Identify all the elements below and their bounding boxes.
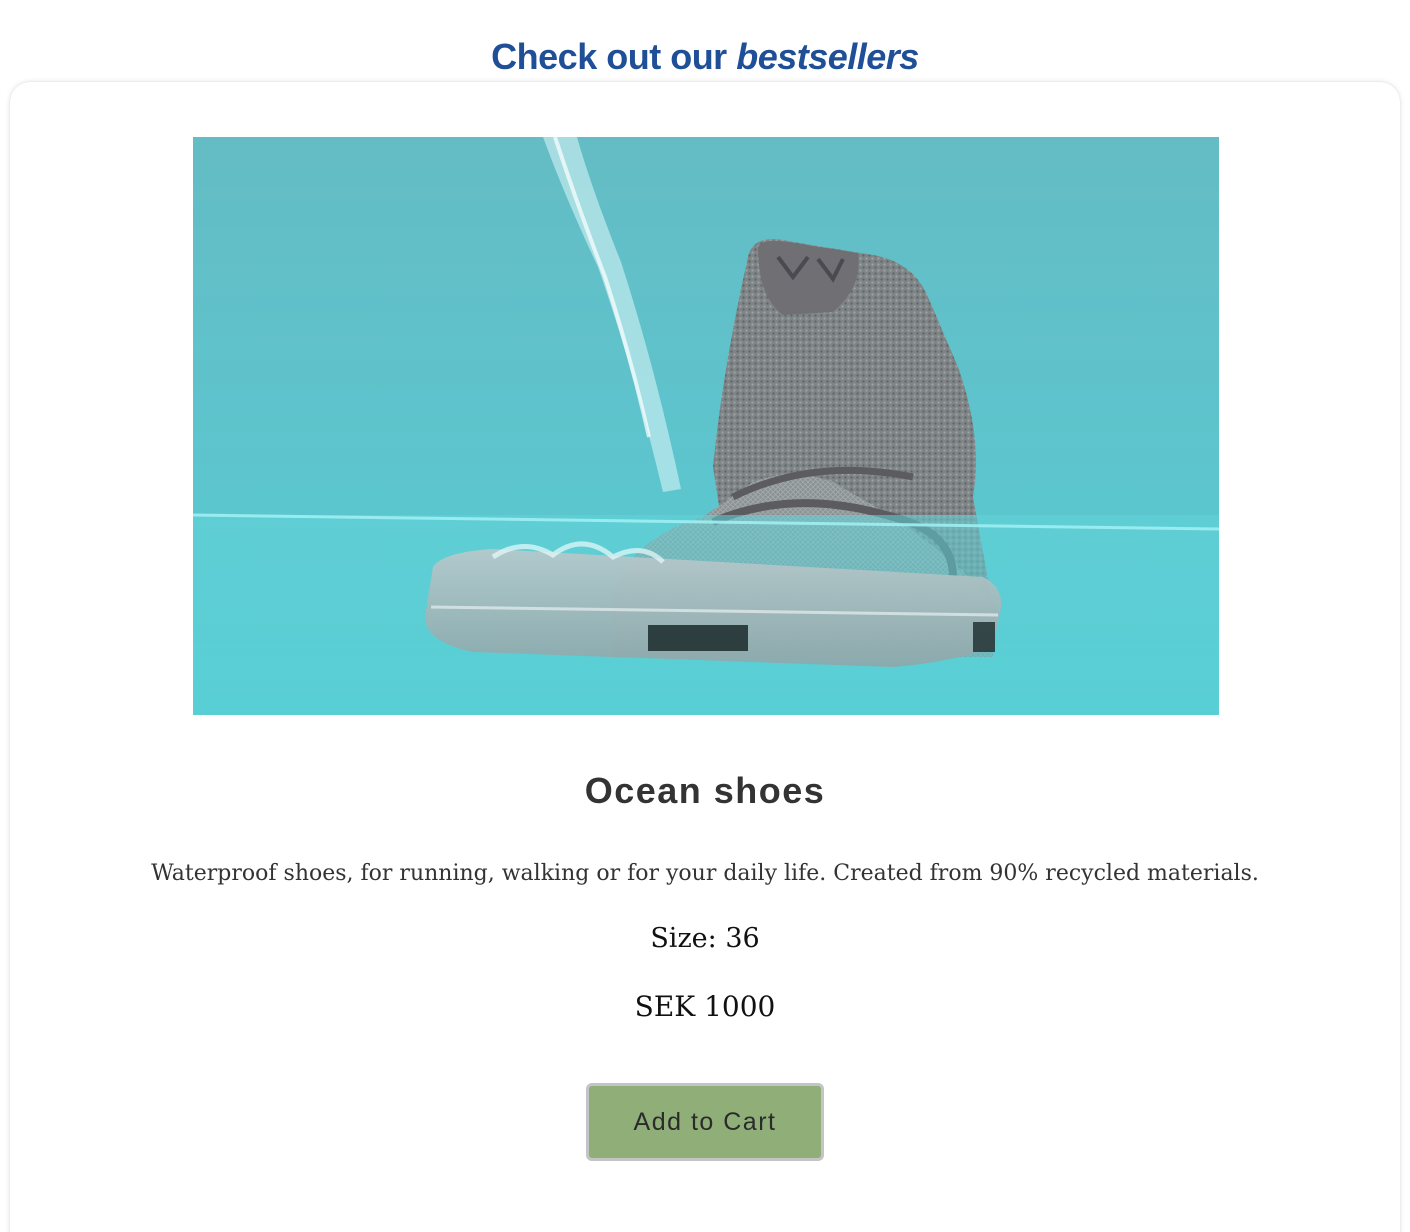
product-size: Size: 36 (650, 923, 760, 954)
heading-prefix: Check out our (491, 36, 737, 78)
heading-emphasis: bestsellers (736, 36, 919, 78)
product-description: Waterproof shoes, for running, walking o… (151, 861, 1259, 886)
add-to-cart-button[interactable]: Add to Cart (586, 1083, 824, 1161)
product-name: Ocean shoes (584, 770, 826, 811)
product-price: SEK 1000 (634, 990, 776, 1023)
product-image (193, 137, 1219, 715)
product-card: Ocean shoes Waterproof shoes, for runnin… (10, 82, 1400, 1232)
page-heading: Check out our bestsellers (0, 34, 1410, 80)
